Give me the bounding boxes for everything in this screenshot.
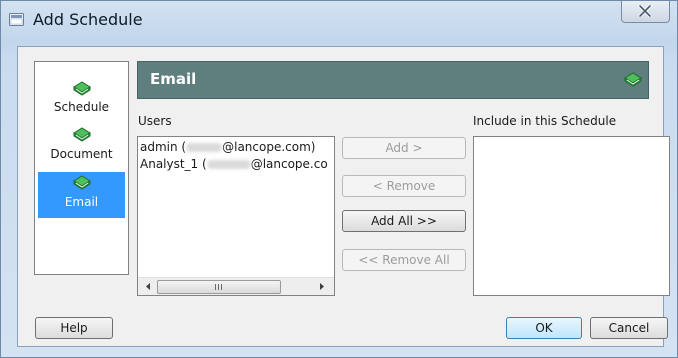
scrollbar-thumb[interactable] (157, 280, 281, 294)
dialog-content: Schedule Document Email Email Users Incl… (17, 46, 670, 347)
user-email-suffix: @lancope.co (250, 157, 328, 171)
scroll-right-icon[interactable] (314, 278, 330, 295)
redacted-text (206, 160, 251, 169)
add-button[interactable]: Add > (342, 137, 466, 159)
nav-item-label: Document (50, 147, 113, 161)
title-bar[interactable]: Add Schedule (1, 1, 677, 37)
include-listbox[interactable] (473, 136, 670, 296)
nav-item-document[interactable]: Document (38, 126, 125, 170)
book-icon (624, 72, 642, 87)
user-name-prefix: Analyst_1 ( (140, 157, 207, 171)
redacted-text (186, 143, 223, 152)
remove-button[interactable]: < Remove (342, 175, 466, 197)
list-item[interactable]: Analyst_1 ( @lancope.co (140, 157, 328, 171)
ok-button[interactable]: OK (506, 317, 582, 339)
book-icon (73, 81, 91, 96)
grip-icon (215, 284, 222, 290)
window-app-icon (9, 13, 24, 26)
nav-item-schedule[interactable]: Schedule (38, 76, 125, 120)
book-icon (73, 175, 91, 190)
remove-all-button[interactable]: << Remove All (342, 249, 466, 271)
user-email-suffix: @lancope.com) (222, 140, 316, 154)
users-label: Users (138, 114, 172, 128)
add-schedule-dialog: Add Schedule Schedule Document Email Ema… (0, 0, 678, 358)
list-item[interactable]: admin ( @lancope.com) (140, 140, 315, 154)
add-all-button[interactable]: Add All >> (342, 210, 466, 232)
cancel-button[interactable]: Cancel (590, 317, 668, 339)
window-title: Add Schedule (33, 10, 143, 29)
section-header: Email (137, 61, 649, 99)
close-button[interactable] (621, 1, 670, 23)
scroll-left-icon[interactable] (140, 278, 156, 295)
horizontal-scrollbar[interactable] (138, 277, 334, 295)
nav-item-email[interactable]: Email (38, 172, 125, 218)
category-nav: Schedule Document Email (34, 61, 129, 275)
close-icon (638, 5, 652, 17)
nav-item-label: Schedule (53, 100, 110, 114)
include-label: Include in this Schedule (473, 114, 617, 128)
users-listbox[interactable]: admin ( @lancope.com) Analyst_1 ( @lancope… (137, 136, 335, 296)
user-name-prefix: admin ( (140, 140, 187, 154)
section-title: Email (150, 70, 197, 88)
nav-item-label: Email (64, 195, 99, 209)
help-button[interactable]: Help (35, 317, 113, 339)
book-icon (73, 127, 91, 142)
